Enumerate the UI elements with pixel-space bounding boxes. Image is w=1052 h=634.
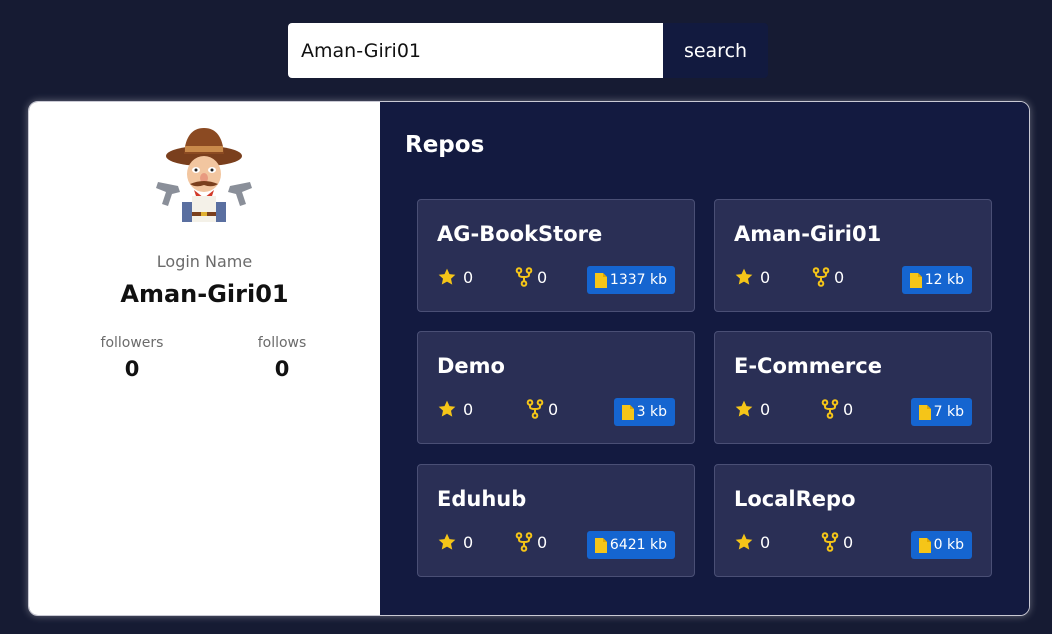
- fork-icon: [515, 267, 533, 287]
- repo-stars-count: 0: [760, 532, 771, 552]
- star-icon: [437, 399, 457, 419]
- followers-stat: followers 0: [72, 335, 192, 381]
- repo-stars: 0: [734, 532, 770, 552]
- login-name: Aman-Giri01: [120, 280, 289, 308]
- followers-label: followers: [100, 335, 164, 351]
- avatar: [152, 124, 256, 228]
- avatar-image: [152, 124, 256, 228]
- repo-size: 3 kb: [636, 404, 667, 420]
- repo-stars: 0: [437, 532, 473, 552]
- star-icon: [437, 532, 457, 552]
- repo-forks-count: 0: [548, 399, 559, 419]
- repo-name: Demo: [437, 354, 505, 378]
- repos-panel: Repos AG-BookStore 0 0 1337 kb Aman-Giri…: [380, 102, 1029, 615]
- repo-size-badge: 12 kb: [901, 266, 972, 294]
- repo-stars-count: 0: [463, 532, 474, 552]
- search-button[interactable]: search: [663, 23, 768, 78]
- repo-size-badge: 1337 kb: [586, 266, 675, 294]
- file-icon: [594, 272, 607, 288]
- file-icon: [594, 537, 607, 553]
- repo-stars: 0: [437, 267, 473, 287]
- login-name-label: Login Name: [156, 252, 253, 271]
- file-icon: [918, 537, 931, 553]
- file-icon: [918, 404, 931, 420]
- fork-icon: [821, 532, 839, 552]
- repo-card[interactable]: Eduhub 0 0 6421 kb: [417, 464, 695, 577]
- repo-size-badge: 0 kb: [910, 531, 972, 559]
- repo-forks: 0: [526, 399, 558, 419]
- repo-stars: 0: [437, 399, 473, 419]
- fork-icon: [821, 399, 839, 419]
- fork-icon: [515, 532, 533, 552]
- file-icon: [909, 272, 922, 288]
- repo-card[interactable]: Aman-Giri01 0 0 12 kb: [714, 199, 992, 312]
- repo-stars-count: 0: [760, 399, 771, 419]
- repo-forks: 0: [812, 267, 844, 287]
- repo-stars-count: 0: [760, 267, 771, 287]
- repo-stars-count: 0: [463, 267, 474, 287]
- repo-card[interactable]: AG-BookStore 0 0 1337 kb: [417, 199, 695, 312]
- star-icon: [734, 399, 754, 419]
- repo-size: 0 kb: [933, 537, 964, 553]
- follows-label: follows: [257, 335, 307, 351]
- repo-size-badge: 7 kb: [910, 398, 972, 426]
- repo-forks-count: 0: [537, 532, 548, 552]
- repo-name: LocalRepo: [734, 487, 856, 511]
- repo-stars: 0: [734, 399, 770, 419]
- repo-forks-count: 0: [843, 532, 854, 552]
- repo-size: 7 kb: [933, 404, 964, 420]
- fork-icon: [526, 399, 544, 419]
- star-icon: [734, 267, 754, 287]
- repo-forks-count: 0: [843, 399, 854, 419]
- repo-name: Aman-Giri01: [734, 222, 882, 246]
- repo-forks: 0: [821, 399, 853, 419]
- repo-stars: 0: [734, 267, 770, 287]
- repo-card[interactable]: Demo 0 0 3 kb: [417, 331, 695, 444]
- repo-size-badge: 6421 kb: [586, 531, 675, 559]
- repo-forks-count: 0: [834, 267, 845, 287]
- profile-card: Login Name Aman-Giri01 followers 0 follo…: [28, 101, 1030, 616]
- follows-stat: follows 0: [222, 335, 342, 381]
- repo-name: E-Commerce: [734, 354, 882, 378]
- repo-card[interactable]: E-Commerce 0 0 7 kb: [714, 331, 992, 444]
- repo-forks: 0: [821, 532, 853, 552]
- search-input[interactable]: [288, 23, 663, 78]
- star-icon: [734, 532, 754, 552]
- repo-forks: 0: [515, 267, 547, 287]
- repo-forks-count: 0: [537, 267, 548, 287]
- repo-stars-count: 0: [463, 399, 474, 419]
- repo-size-badge: 3 kb: [613, 398, 675, 426]
- file-icon: [621, 404, 634, 420]
- repo-size: 1337 kb: [609, 272, 667, 288]
- profile-panel: Login Name Aman-Giri01 followers 0 follo…: [29, 102, 380, 615]
- follows-count: 0: [274, 357, 290, 381]
- repo-card[interactable]: LocalRepo 0 0 0 kb: [714, 464, 992, 577]
- followers-count: 0: [124, 357, 140, 381]
- repo-name: Eduhub: [437, 487, 527, 511]
- repo-forks: 0: [515, 532, 547, 552]
- repo-name: AG-BookStore: [437, 222, 603, 246]
- repo-size: 12 kb: [924, 272, 964, 288]
- search-bar: search: [288, 23, 768, 78]
- fork-icon: [812, 267, 830, 287]
- repo-size: 6421 kb: [609, 537, 667, 553]
- repos-title: Repos: [405, 132, 485, 158]
- star-icon: [437, 267, 457, 287]
